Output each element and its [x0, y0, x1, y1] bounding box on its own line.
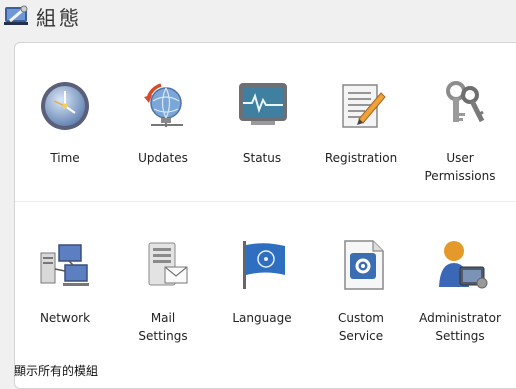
- keys-icon: [446, 81, 485, 123]
- module-label: Registration: [324, 151, 398, 165]
- clock-icon: [41, 82, 89, 130]
- row-divider: [15, 201, 516, 202]
- registration-icon: [342, 84, 386, 128]
- module-label: Custom Service: [338, 311, 384, 343]
- monitor-status-icon: [239, 83, 287, 125]
- globe-update-icon: [144, 83, 183, 127]
- module-label: Administrator Settings: [419, 311, 501, 343]
- custom-service-icon: [344, 240, 384, 290]
- module-label: Language: [232, 311, 292, 325]
- module-network[interactable]: Network: [15, 229, 115, 369]
- module-label: Status: [242, 151, 282, 165]
- modules-row: Network Mail Settings Language Custom Se…: [15, 229, 516, 369]
- module-administrator-settings[interactable]: Administrator Settings: [410, 229, 510, 369]
- module-label: Mail Settings: [138, 311, 188, 343]
- page-title: 組態: [36, 6, 82, 30]
- modules-panel: Time Updates Status Registration User Pe…: [14, 42, 516, 389]
- page-header: 組態: [0, 0, 516, 38]
- module-status[interactable]: Status: [212, 69, 312, 209]
- module-label: Network: [39, 311, 91, 325]
- module-user-permissions[interactable]: User Permissions: [410, 69, 510, 209]
- module-time[interactable]: Time: [15, 69, 115, 209]
- show-all-modules-link[interactable]: 顯示所有的模組: [14, 362, 98, 379]
- module-label: Updates: [138, 151, 188, 165]
- module-label: Time: [50, 151, 80, 165]
- flag-icon: [243, 241, 285, 289]
- module-label: User Permissions: [424, 151, 496, 183]
- module-registration[interactable]: Registration: [311, 69, 411, 209]
- configuration-icon: [4, 5, 28, 25]
- module-language[interactable]: Language: [212, 229, 312, 369]
- network-icon: [40, 244, 89, 286]
- mail-server-icon: [148, 242, 188, 286]
- module-custom-service[interactable]: Custom Service: [311, 229, 411, 369]
- administrator-icon: [439, 241, 488, 289]
- module-mail-settings[interactable]: Mail Settings: [113, 229, 213, 369]
- modules-row: Time Updates Status Registration User Pe…: [15, 69, 516, 209]
- module-updates[interactable]: Updates: [113, 69, 213, 209]
